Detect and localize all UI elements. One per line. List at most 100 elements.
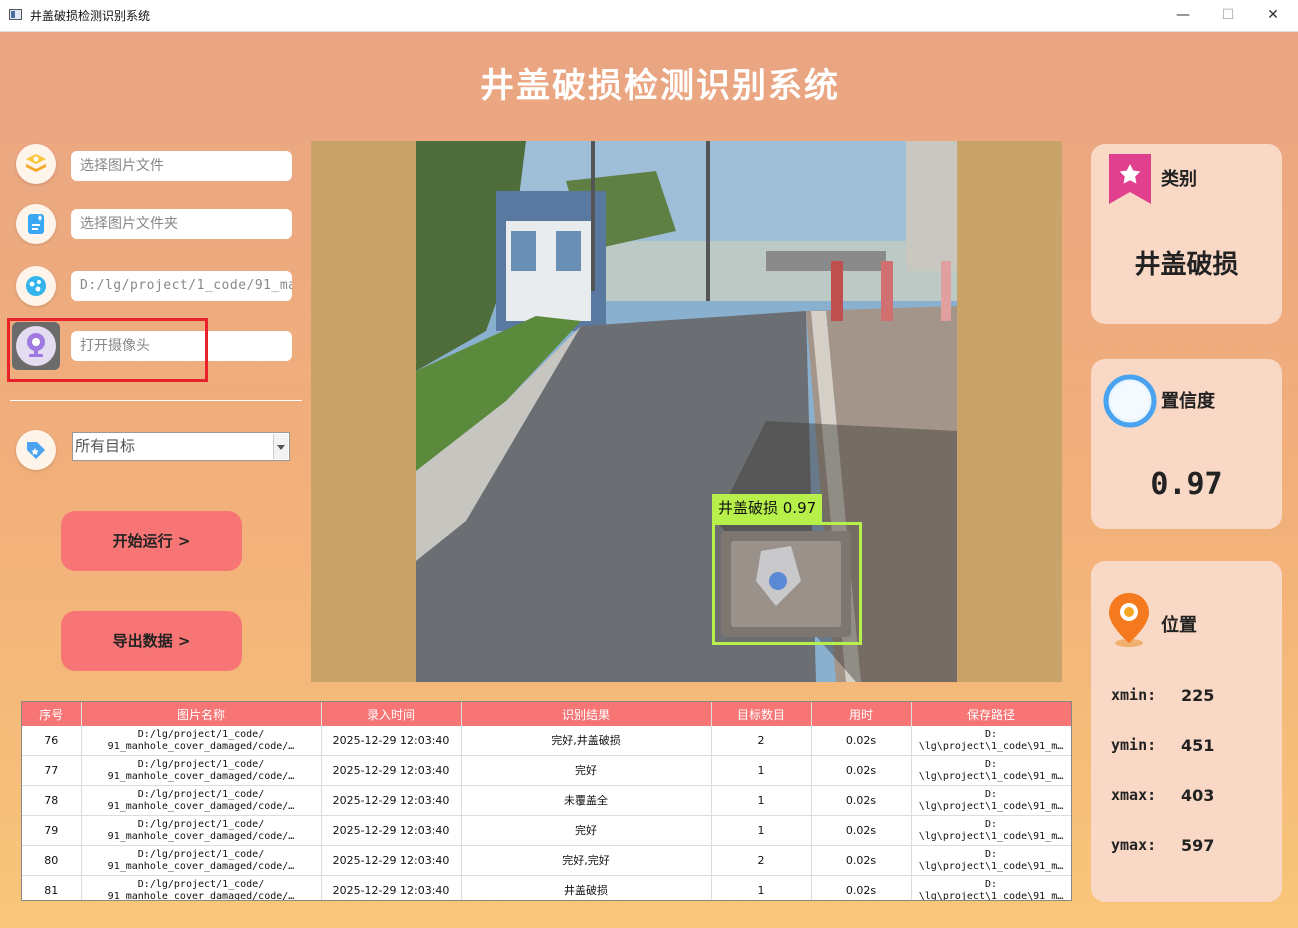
image-folder-icon[interactable]: [16, 204, 56, 244]
cell-entry-time[interactable]: 2025-12-29 12:03:40: [321, 875, 462, 900]
cell-result[interactable]: 未覆盖全: [461, 785, 712, 816]
image-folder-input[interactable]: 选择图片文件夹: [71, 209, 292, 239]
cell-result[interactable]: 井盖破损: [461, 875, 712, 900]
cell-entry-time-line: 2025-12-29 12:03:40: [332, 883, 450, 897]
cell-duration[interactable]: 0.02s: [811, 845, 912, 876]
table-row[interactable]: 77 D:/lg/project/1_code/91_manhole_cover_…: [22, 755, 1071, 786]
cell-duration[interactable]: 0.02s: [811, 815, 912, 846]
cell-entry-time[interactable]: 2025-12-29 12:03:40: [321, 845, 462, 876]
location-pin-icon: [1109, 593, 1149, 647]
cell-image-name[interactable]: D:/lg/project/1_code/91_manhole_cover_da…: [81, 845, 322, 876]
cell-target-count[interactable]: 1: [711, 815, 812, 846]
table-row[interactable]: 81 D:/lg/project/1_code/91_manhole_cover_…: [22, 875, 1071, 901]
cell-target-count-line: 2: [757, 733, 765, 747]
cell-image-name[interactable]: D:/lg/project/1_code/91_manhole_cover_da…: [81, 785, 322, 816]
cell-save-path-line: D:: [984, 788, 998, 800]
close-button[interactable]: ✕: [1250, 4, 1296, 26]
cell-result[interactable]: 完好: [461, 815, 712, 846]
detection-bounding-box: [712, 522, 862, 645]
cell-target-count[interactable]: 1: [711, 755, 812, 786]
image-file-icon[interactable]: [16, 144, 56, 184]
cell-save-path[interactable]: D: \lg\project\1_code\91_m…: [911, 755, 1071, 786]
header-entry-time[interactable]: 录入时间: [321, 702, 462, 726]
export-button[interactable]: 导出数据 >: [61, 611, 242, 671]
cell-index[interactable]: 80: [22, 845, 82, 876]
cell-save-path[interactable]: D: \lg\project\1_code\91_m…: [911, 845, 1071, 876]
cell-result-line: 完好,完好: [562, 853, 610, 867]
cell-entry-time[interactable]: 2025-12-29 12:03:40: [321, 755, 462, 786]
cell-target-count[interactable]: 1: [711, 875, 812, 900]
target-select[interactable]: 所有目标: [72, 432, 290, 461]
cell-result[interactable]: 完好,完好: [461, 845, 712, 876]
xmin-row: xmin: 225: [1111, 686, 1214, 705]
header-index[interactable]: 序号: [22, 702, 82, 726]
cell-save-path[interactable]: D: \lg\project\1_code\91_m…: [911, 815, 1071, 846]
video-file-icon[interactable]: [16, 266, 56, 306]
cell-image-name[interactable]: D:/lg/project/1_code/91_manhole_cover_da…: [81, 815, 322, 846]
minimize-button[interactable]: —: [1160, 4, 1206, 26]
confidence-card: 置信度 0.97: [1091, 359, 1282, 529]
cell-image-name-line: 91_manhole_cover_damaged/code/…: [107, 830, 295, 842]
cell-index[interactable]: 76: [22, 726, 82, 756]
app-icon: [9, 9, 22, 20]
header-result[interactable]: 识别结果: [461, 702, 712, 726]
cell-index[interactable]: 79: [22, 815, 82, 846]
cell-duration[interactable]: 0.02s: [811, 755, 912, 786]
chevron-down-icon[interactable]: [273, 434, 288, 459]
run-button[interactable]: 开始运行 >: [61, 511, 242, 571]
cell-result[interactable]: 完好,井盖破损: [461, 726, 712, 756]
app-title: 井盖破损检测识别系统: [480, 66, 840, 106]
position-label: 位置: [1161, 615, 1197, 636]
cell-index[interactable]: 81: [22, 875, 82, 900]
cell-index[interactable]: 77: [22, 755, 82, 786]
cell-target-count[interactable]: 1: [711, 785, 812, 816]
cell-image-name[interactable]: D:/lg/project/1_code/91_manhole_cover_da…: [81, 726, 322, 756]
cell-image-name[interactable]: D:/lg/project/1_code/91_manhole_cover_da…: [81, 755, 322, 786]
image-file-input[interactable]: 选择图片文件: [71, 151, 292, 181]
maximize-button[interactable]: ☐: [1205, 4, 1251, 26]
cell-image-name[interactable]: D:/lg/project/1_code/91_manhole_cover_da…: [81, 875, 322, 901]
video-path-input[interactable]: D:/lg/project/1_code/91_manhole_cover_da…: [71, 271, 292, 301]
cell-index-line: 79: [44, 823, 59, 837]
bookmark-star-icon: [1109, 154, 1151, 204]
cell-save-path-line: \lg\project\1_code\91_m…: [918, 740, 1064, 752]
cell-duration[interactable]: 0.02s: [811, 875, 912, 900]
ymax-value: 597: [1181, 836, 1215, 855]
header-duration[interactable]: 用时: [811, 702, 912, 726]
table-header-row: 序号 图片名称 录入时间 识别结果 目标数目 用时 保存路径: [22, 702, 1071, 726]
cell-save-path[interactable]: D: \lg\project\1_code\91_m…: [911, 726, 1071, 756]
table-row[interactable]: 78 D:/lg/project/1_code/91_manhole_cover_…: [22, 785, 1071, 816]
cell-save-path[interactable]: D: \lg\project\1_code\91_m…: [911, 875, 1071, 900]
table-row[interactable]: 76 D:/lg/project/1_code/91_manhole_cover_…: [22, 726, 1071, 756]
cell-entry-time[interactable]: 2025-12-29 12:03:40: [321, 726, 462, 756]
table-row[interactable]: 79 D:/lg/project/1_code/91_manhole_cover_…: [22, 815, 1071, 846]
cell-save-path-line: \lg\project\1_code\91_m…: [918, 800, 1064, 812]
class-value: 井盖破损: [1134, 250, 1239, 280]
header-target-count[interactable]: 目标数目: [711, 702, 812, 726]
xmax-key: xmax:: [1111, 786, 1157, 804]
cell-index[interactable]: 78: [22, 785, 82, 816]
xmax-row: xmax: 403: [1111, 786, 1214, 805]
target-tag-icon: [16, 430, 56, 470]
cell-save-path-line: D:: [984, 878, 998, 890]
cell-image-name-line: 91_manhole_cover_damaged/code/…: [107, 890, 295, 901]
cell-target-count[interactable]: 2: [711, 726, 812, 756]
table-row[interactable]: 80 D:/lg/project/1_code/91_manhole_cover_…: [22, 845, 1071, 876]
header-image-name[interactable]: 图片名称: [81, 702, 322, 726]
xmin-key: xmin:: [1111, 686, 1157, 704]
cell-image-name-line: 91_manhole_cover_damaged/code/…: [107, 800, 295, 812]
cell-entry-time[interactable]: 2025-12-29 12:03:40: [321, 785, 462, 816]
cell-duration[interactable]: 0.02s: [811, 785, 912, 816]
cell-image-name-line: D:/lg/project/1_code/: [137, 878, 265, 890]
header-save-path[interactable]: 保存路径: [911, 702, 1071, 726]
cell-entry-time-line: 2025-12-29 12:03:40: [332, 733, 450, 747]
cell-result[interactable]: 完好: [461, 755, 712, 786]
cell-duration[interactable]: 0.02s: [811, 726, 912, 756]
cell-image-name-line: 91_manhole_cover_damaged/code/…: [107, 740, 295, 752]
cell-duration-line: 0.02s: [845, 733, 877, 747]
cell-save-path[interactable]: D: \lg\project\1_code\91_m…: [911, 785, 1071, 816]
cell-entry-time[interactable]: 2025-12-29 12:03:40: [321, 815, 462, 846]
cell-target-count[interactable]: 2: [711, 845, 812, 876]
results-table[interactable]: 序号 图片名称 录入时间 识别结果 目标数目 用时 保存路径 76 D:/lg/p…: [21, 701, 1072, 901]
position-card: 位置 xmin: 225 ymin: 451 xmax: 403 ymax: 5…: [1091, 561, 1282, 902]
